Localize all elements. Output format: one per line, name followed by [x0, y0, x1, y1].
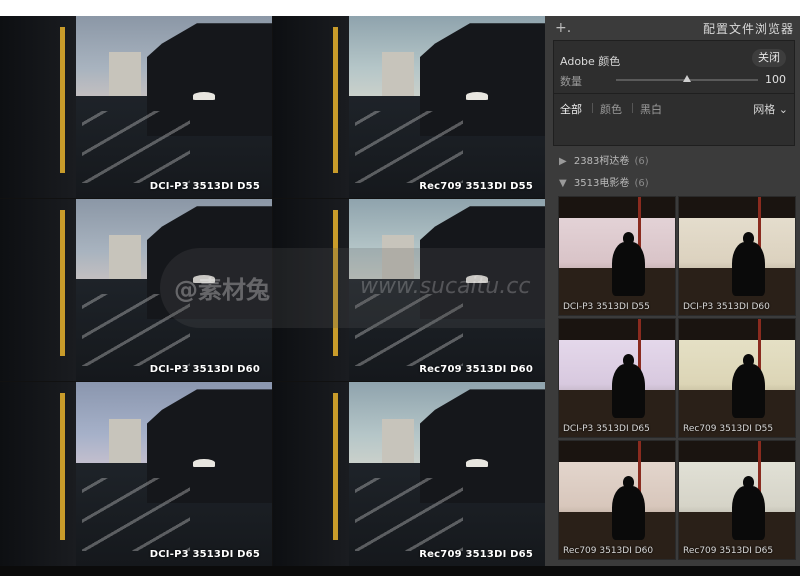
view-mode-dropdown[interactable]: 网格 ⌄ — [753, 101, 788, 117]
thumbnail-caption: DCI-P3 3513DI D55 — [563, 302, 650, 312]
panel-header: +. 配置文件浏览器 — [545, 16, 800, 40]
chevron-down-icon: ⌄ — [778, 103, 788, 116]
divider — [554, 93, 794, 94]
filter-separator — [592, 103, 593, 113]
profile-thumbnail[interactable]: DCI-P3 3513DI D55 — [558, 196, 676, 316]
group-count: (6) — [634, 178, 649, 189]
profile-thumbnail[interactable]: Rec709 3513DI D65 — [678, 440, 796, 560]
comparison-tile: Rec709 3513DI D65 — [273, 382, 545, 566]
amount-slider-thumb[interactable] — [683, 75, 691, 82]
plus-icon[interactable]: +. — [555, 20, 571, 36]
amount-value[interactable]: 100 — [765, 73, 786, 86]
thumbnail-caption: Rec709 3513DI D65 — [683, 546, 774, 556]
group-name: 2383柯达卷 — [573, 156, 630, 167]
thumbnail-caption: Rec709 3513DI D60 — [563, 546, 654, 556]
profile-controls: Adobe 颜色 关闭 数量 100 全部 颜色 黑白 网格 ⌄ — [553, 40, 795, 146]
top-margin — [0, 0, 800, 16]
view-mode-label: 网格 — [753, 103, 776, 116]
filter-bar: 全部 颜色 黑白 网格 ⌄ — [560, 101, 788, 119]
group-count: (6) — [634, 156, 649, 167]
profile-thumbnail[interactable]: Rec709 3513DI D55 — [678, 318, 796, 438]
filter-bw[interactable]: 黑白 — [640, 101, 662, 117]
panel-title: 配置文件浏览器 — [702, 22, 794, 36]
tile-caption: DCI-P3 3513DI D55 — [149, 181, 260, 192]
amount-label: 数量 — [560, 75, 582, 88]
bottom-bar — [0, 566, 800, 576]
close-button[interactable]: 关闭 — [752, 49, 786, 67]
thumbnail-caption: Rec709 3513DI D55 — [683, 424, 774, 434]
tile-caption: DCI-P3 3513DI D60 — [149, 364, 260, 375]
tile-caption: DCI-P3 3513DI D65 — [149, 549, 260, 560]
group-film-3513[interactable]: ▼ 3513电影卷 (6) — [559, 174, 649, 189]
watermark-cn: @素材兔 — [174, 276, 270, 304]
comparison-tile: DCI-P3 3513DI D65 — [0, 382, 272, 566]
filter-color[interactable]: 颜色 — [600, 101, 622, 117]
tile-caption: Rec709 3513DI D55 — [419, 181, 533, 192]
comparison-tile: DCI-P3 3513DI D55 — [0, 16, 272, 198]
filter-separator — [632, 103, 633, 113]
profile-browser-panel: +. 配置文件浏览器 Adobe 颜色 关闭 数量 100 全部 颜色 黑白 网… — [545, 16, 800, 566]
chevron-down-icon: ▼ — [559, 178, 567, 189]
filter-all[interactable]: 全部 — [560, 101, 582, 117]
group-kodak-2383[interactable]: ▶ 2383柯达卷 (6) — [559, 152, 649, 167]
group-name: 3513电影卷 — [573, 178, 630, 189]
profile-name: Adobe 颜色 — [560, 55, 621, 68]
comparison-tile: Rec709 3513DI D55 — [273, 16, 545, 198]
thumbnail-caption: DCI-P3 3513DI D65 — [563, 424, 650, 434]
thumbnail-caption: DCI-P3 3513DI D60 — [683, 302, 770, 312]
profile-thumbnail[interactable]: DCI-P3 3513DI D65 — [558, 318, 676, 438]
chevron-right-icon: ▶ — [559, 156, 567, 167]
watermark-en: www.sucaitu.cc — [360, 274, 531, 299]
tile-caption: Rec709 3513DI D65 — [419, 549, 533, 560]
profile-thumbnail[interactable]: Rec709 3513DI D60 — [558, 440, 676, 560]
profile-thumbnail[interactable]: DCI-P3 3513DI D60 — [678, 196, 796, 316]
tile-caption: Rec709 3513DI D60 — [419, 364, 533, 375]
